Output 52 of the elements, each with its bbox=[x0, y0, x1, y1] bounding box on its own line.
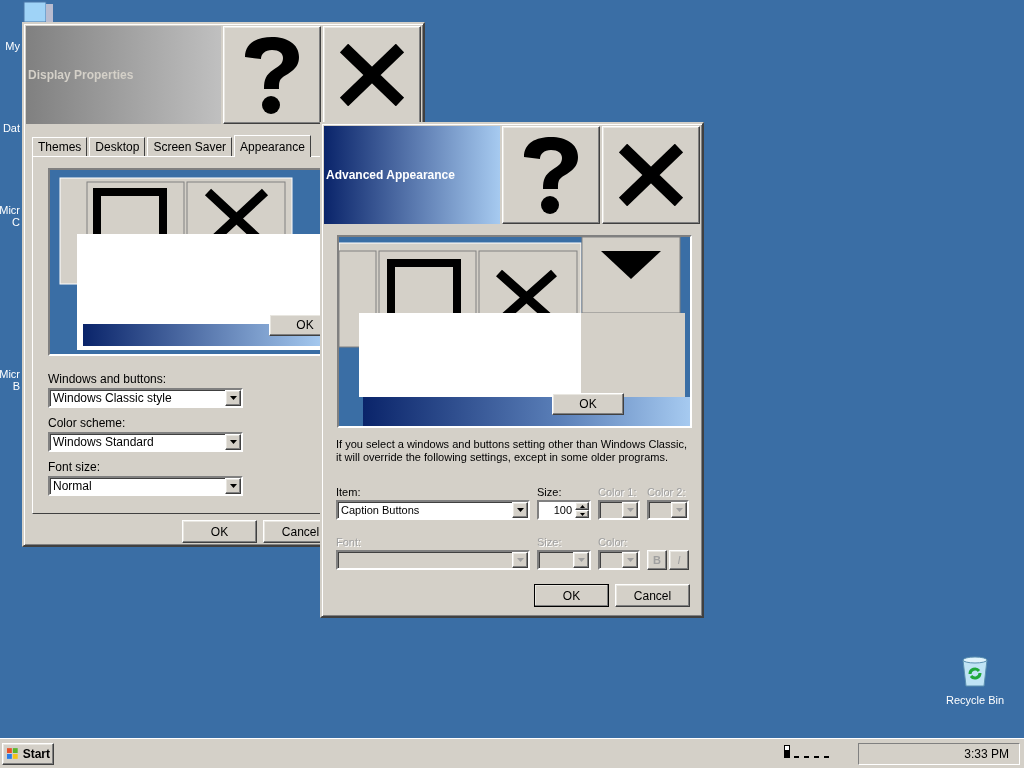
field-label: Size: bbox=[537, 486, 562, 498]
info-text: If you select a windows and buttons setting other than Windows Classic, it will override the following settings, except in some older programs. bbox=[336, 438, 688, 464]
window-title: Display Properties bbox=[26, 26, 221, 124]
icon-label[interactable]: Micr bbox=[0, 368, 20, 380]
spin-up-button[interactable] bbox=[575, 502, 589, 510]
field-label: Item: bbox=[336, 486, 361, 498]
help-button[interactable] bbox=[502, 126, 600, 224]
dialog-button[interactable]: OK bbox=[182, 520, 257, 543]
clock: 3:33 PM bbox=[858, 742, 1020, 765]
icon-label[interactable]: My bbox=[5, 40, 20, 52]
dropdown[interactable]: Windows Standard bbox=[48, 432, 243, 452]
dropdown-arrow-icon bbox=[229, 440, 237, 444]
icon-label[interactable]: B bbox=[12, 380, 20, 392]
help-button[interactable] bbox=[223, 26, 321, 124]
recycle-bin-icon[interactable] bbox=[960, 656, 990, 688]
icon-label[interactable]: C bbox=[12, 216, 20, 228]
field-label: Font size: bbox=[48, 460, 102, 474]
field-label: Color scheme: bbox=[48, 416, 127, 430]
dropdown-arrow-icon bbox=[626, 508, 634, 512]
dropdown[interactable]: Windows Classic style bbox=[48, 388, 243, 408]
dropdown[interactable]: Caption Buttons bbox=[336, 500, 530, 520]
tab[interactable]: Themes bbox=[32, 137, 88, 156]
dropdown-arrow-icon bbox=[516, 558, 524, 562]
dropdown-arrow-icon bbox=[229, 396, 237, 400]
preview-ok-button[interactable]: OK bbox=[552, 393, 624, 415]
down-arrow-icon bbox=[579, 512, 585, 516]
dropdown-arrow-icon bbox=[675, 508, 683, 512]
number-field[interactable]: 100 bbox=[537, 500, 591, 520]
tab[interactable]: Screen Saver bbox=[147, 137, 233, 156]
icon-label[interactable]: Dat bbox=[2, 122, 20, 134]
icon-label[interactable]: Micr bbox=[0, 204, 20, 216]
dialog-button[interactable]: OK bbox=[534, 584, 609, 607]
close-icon bbox=[619, 144, 683, 206]
spin-down-button[interactable] bbox=[575, 510, 589, 518]
windows-logo-icon bbox=[6, 747, 20, 760]
dropdown-arrow-icon bbox=[516, 508, 524, 512]
dialog-button[interactable]: Cancel bbox=[615, 584, 690, 607]
dropdown[interactable]: Normal bbox=[48, 476, 243, 496]
field-label: Windows and buttons: bbox=[48, 372, 168, 386]
dropdown-arrow-icon bbox=[577, 558, 585, 562]
start-button[interactable]: Start bbox=[2, 742, 54, 765]
icon-label[interactable]: Recycle Bin bbox=[945, 694, 1005, 706]
computer-icon[interactable] bbox=[22, 0, 54, 22]
close-button[interactable] bbox=[602, 126, 700, 224]
dropdown-arrow-icon bbox=[229, 484, 237, 488]
close-icon bbox=[340, 44, 404, 106]
tab[interactable]: Desktop bbox=[89, 137, 146, 156]
close-button[interactable] bbox=[323, 26, 421, 124]
dropdown-arrow-icon bbox=[626, 558, 634, 562]
up-arrow-icon bbox=[579, 504, 585, 508]
window-title: Advanced Appearance bbox=[324, 126, 500, 224]
tab[interactable]: Appearance bbox=[234, 135, 311, 157]
